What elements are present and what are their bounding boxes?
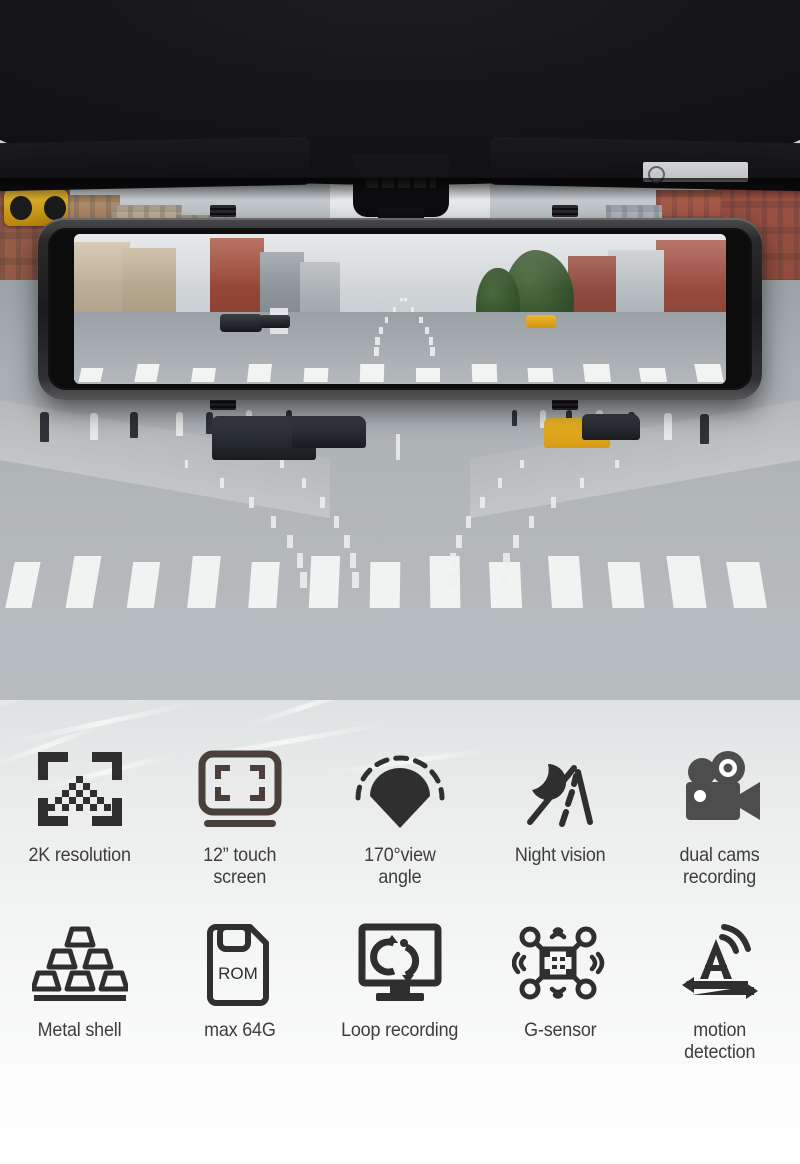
hero-photo bbox=[0, 0, 800, 760]
night-vision-icon bbox=[512, 740, 608, 832]
feature-label: motion detection bbox=[684, 1018, 756, 1064]
feature-dual-cams-recording[interactable]: dual cams recording bbox=[640, 740, 800, 889]
roof-clip bbox=[552, 205, 578, 217]
mirror-touchscreen[interactable] bbox=[74, 234, 726, 384]
feature-touch-screen[interactable]: 12” touch screen bbox=[160, 740, 320, 889]
feature-max-storage[interactable]: ROM max 64G bbox=[160, 915, 320, 1064]
parked-car bbox=[292, 416, 366, 448]
feature-label: Loop recording bbox=[341, 1018, 459, 1041]
view-angle-icon bbox=[352, 740, 448, 832]
features-row-2: Metal shell ROM max 64G Loop recording G… bbox=[0, 915, 800, 1064]
screen-car bbox=[260, 315, 290, 328]
screen-street-view bbox=[74, 234, 726, 384]
memory-card-icon-text: ROM bbox=[218, 964, 258, 983]
loop-recording-icon bbox=[352, 915, 448, 1007]
feature-2k-resolution[interactable]: 2K resolution bbox=[0, 740, 160, 889]
screen-car bbox=[220, 314, 262, 332]
memory-card-icon: ROM bbox=[192, 915, 288, 1007]
feature-metal-shell[interactable]: Metal shell bbox=[0, 915, 160, 1064]
windshield-top-shadow bbox=[0, 178, 800, 200]
screen-roadway bbox=[74, 312, 726, 384]
roof-clip bbox=[210, 205, 236, 217]
feature-motion-detection[interactable]: motion detection bbox=[640, 915, 800, 1064]
features-panel: 2K resolution 12” touch screen 170°view … bbox=[0, 700, 800, 1164]
video-camera-icon bbox=[672, 740, 768, 832]
feature-label: Night vision bbox=[514, 844, 606, 866]
motion-detection-icon bbox=[672, 915, 768, 1007]
feature-view-angle[interactable]: 170°view angle bbox=[320, 740, 480, 889]
g-sensor-icon bbox=[512, 915, 608, 1007]
resolution-frame-icon bbox=[32, 740, 128, 832]
feature-label: 12” touch screen bbox=[203, 844, 277, 889]
feature-night-vision[interactable]: Night vision bbox=[480, 740, 640, 889]
parked-car bbox=[582, 414, 640, 440]
feature-label: dual cams recording bbox=[679, 844, 761, 889]
metal-ingots-icon bbox=[32, 915, 128, 1007]
feature-g-sensor[interactable]: G-sensor bbox=[480, 915, 640, 1064]
feature-label: G-sensor bbox=[523, 1018, 597, 1041]
mirror-bezel bbox=[48, 228, 752, 390]
screen-taxi bbox=[526, 315, 556, 328]
features-row-1: 2K resolution 12” touch screen 170°view … bbox=[0, 740, 800, 889]
feature-label: Metal shell bbox=[38, 1018, 122, 1041]
features-grid: 2K resolution 12” touch screen 170°view … bbox=[0, 740, 800, 1064]
feature-label: max 64G bbox=[204, 1018, 276, 1041]
product-feature-page: 2K resolution 12” touch screen 170°view … bbox=[0, 0, 800, 1164]
feature-loop-recording[interactable]: Loop recording bbox=[320, 915, 480, 1064]
touch-screen-icon bbox=[192, 740, 288, 832]
feature-label: 2K resolution bbox=[28, 844, 132, 866]
rearview-mirror-dashcam[interactable] bbox=[38, 218, 762, 400]
feature-label: 170°view angle bbox=[364, 844, 436, 889]
